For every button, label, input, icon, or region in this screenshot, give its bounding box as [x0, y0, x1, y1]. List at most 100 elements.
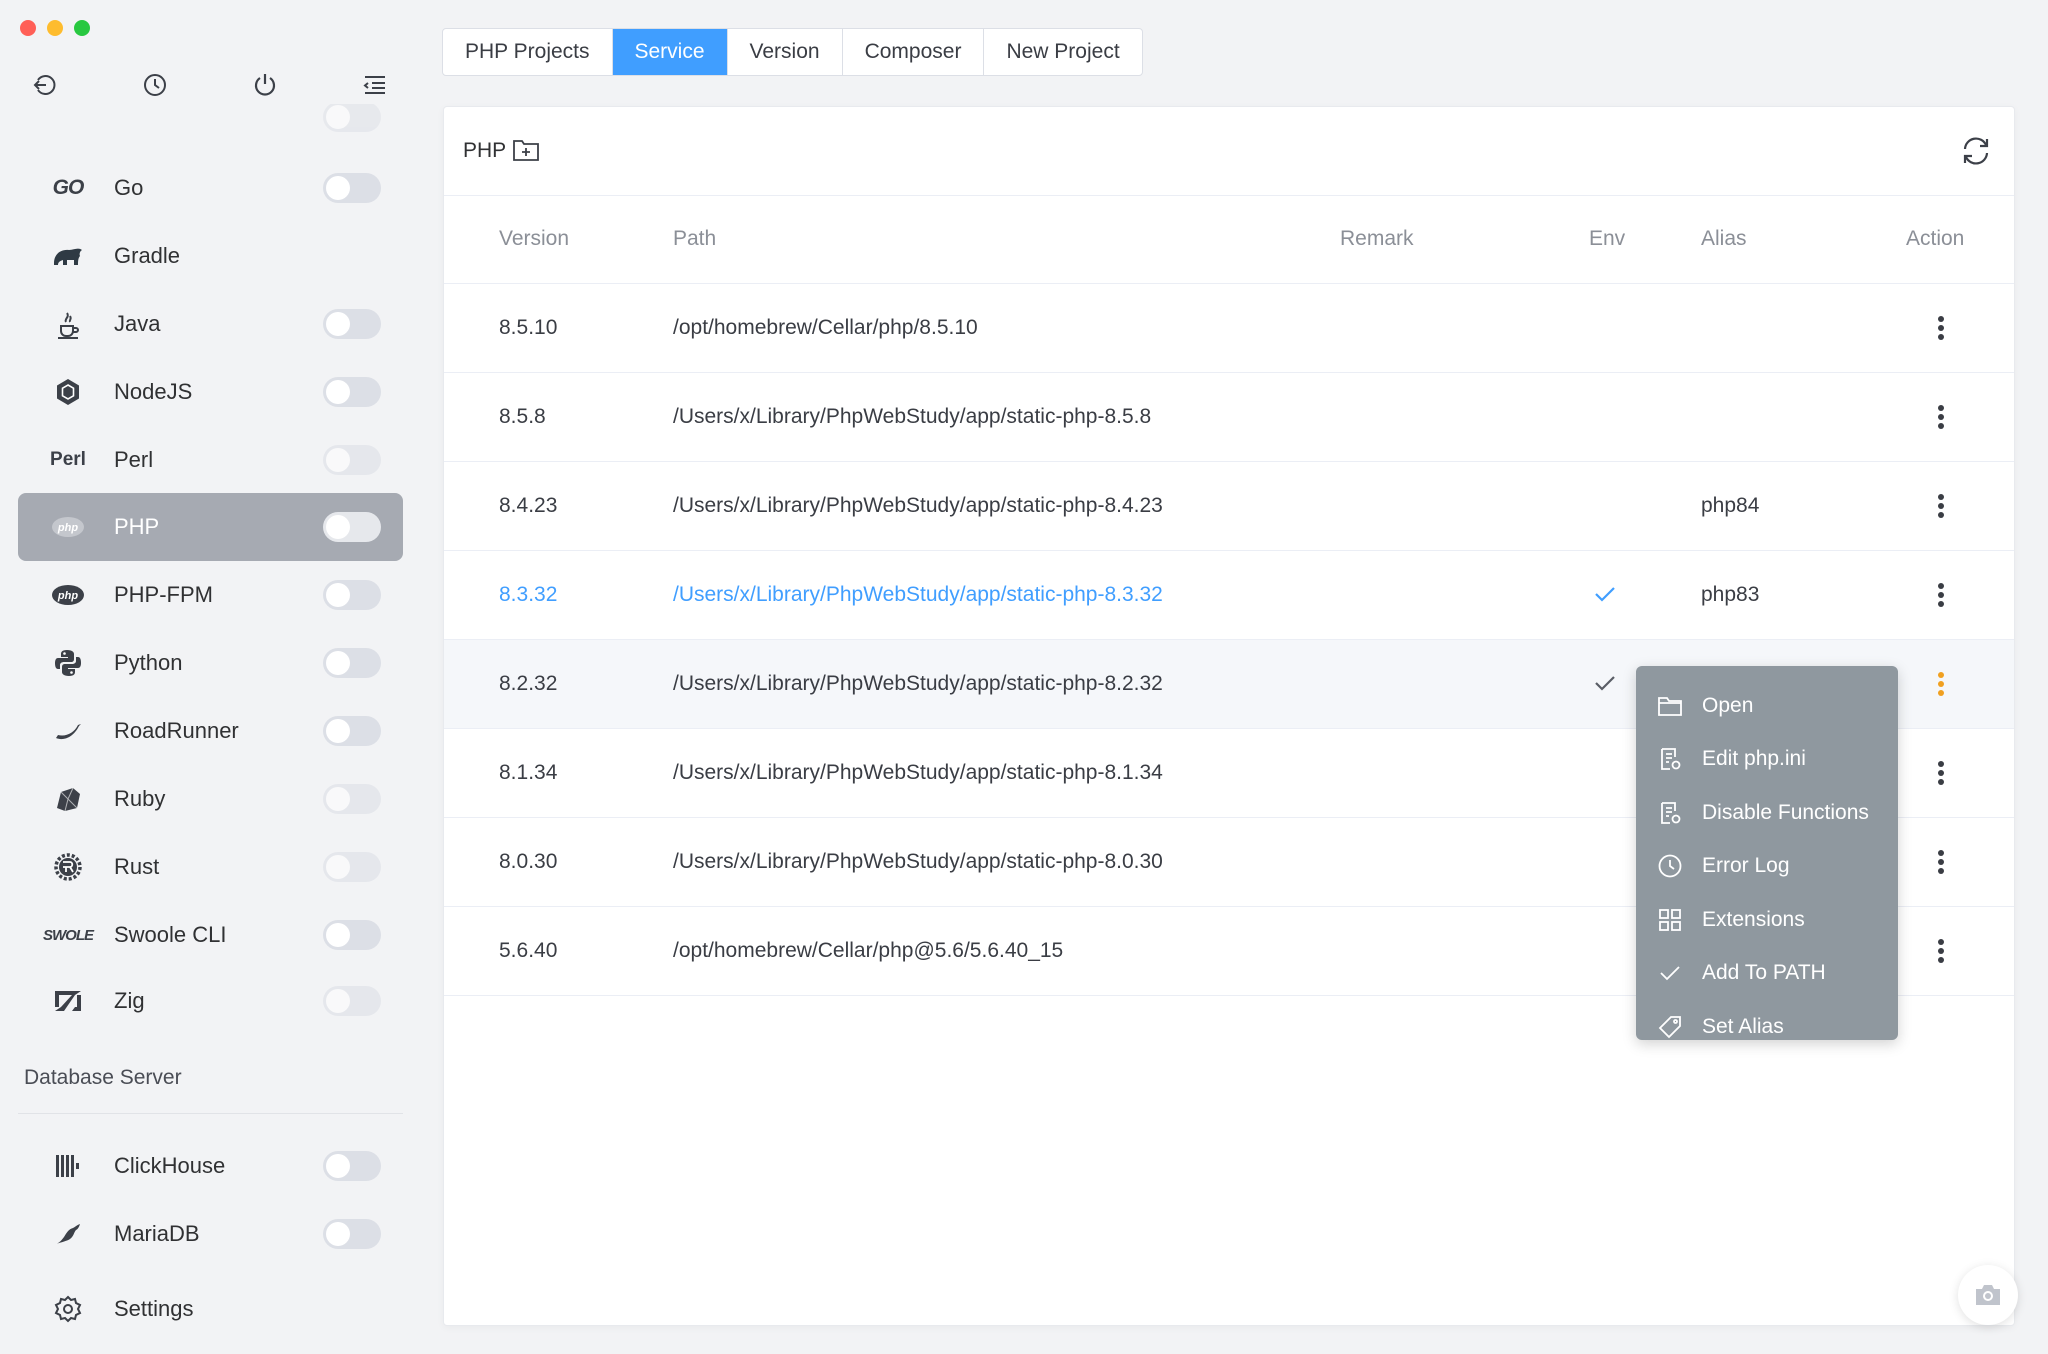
ruby-toggle[interactable]	[323, 784, 381, 814]
go-icon: GO	[52, 176, 85, 199]
sidebar-item-nodejs[interactable]: NodeJS	[18, 358, 403, 426]
path-cell: /Users/x/Library/PhpWebStudy/app/static-…	[673, 672, 1163, 695]
panel-header: PHP	[444, 107, 2014, 196]
sidebar-item-roadrunner[interactable]: RoadRunner	[18, 697, 403, 765]
sidebar-item-swoole-cli[interactable]: SWOLE Swoole CLI	[18, 901, 403, 969]
svg-text:php: php	[57, 522, 78, 534]
tab-new-project[interactable]: New Project	[984, 29, 1141, 75]
sidebar-item-label: Settings	[114, 1296, 194, 1321]
app-window: GO Go Gradle Java NodeJS Perl Perl php P…	[0, 0, 2048, 1354]
menu-item-error-log[interactable]: Error Log	[1636, 840, 1898, 894]
sidebar-toolbar	[25, 68, 395, 102]
path-cell: /Users/x/Library/PhpWebStudy/app/static-…	[673, 850, 1163, 873]
action-more-icon[interactable]	[1933, 310, 1949, 346]
file-edit-icon	[1661, 801, 1681, 824]
menu-item-label: Open	[1702, 693, 1754, 717]
action-more-icon[interactable]	[1933, 577, 1949, 613]
swoole-icon: SWOLE	[43, 926, 94, 944]
file-edit-icon	[1661, 748, 1681, 771]
table-row[interactable]: 8.4.23 /Users/x/Library/PhpWebStudy/app/…	[444, 462, 2014, 551]
tab-version[interactable]: Version	[728, 29, 843, 75]
path-cell: /Users/x/Library/PhpWebStudy/app/static-…	[673, 761, 1163, 784]
menu-item-edit-php-ini[interactable]: Edit php.ini	[1636, 733, 1898, 787]
sidebar-item-label: PHP-FPM	[114, 582, 213, 607]
menu-item-open[interactable]: Open	[1636, 679, 1898, 733]
menu-item-set-alias[interactable]: Set Alias	[1636, 1000, 1898, 1054]
env-check-icon	[1595, 587, 1615, 602]
sidebar-item-settings[interactable]: Settings	[18, 1275, 403, 1343]
tab-service[interactable]: Service	[612, 29, 728, 75]
back-button[interactable]	[25, 68, 65, 102]
sidebar-item-label: Java	[114, 311, 161, 336]
menu-item-add-to-path[interactable]: Add To PATH	[1636, 947, 1898, 1001]
history-button[interactable]	[135, 68, 175, 102]
swoole-cli-toggle[interactable]	[323, 920, 381, 950]
sidebar-item-mariadb[interactable]: MariaDB	[18, 1200, 403, 1268]
action-more-icon[interactable]	[1933, 488, 1949, 524]
action-more-icon[interactable]	[1933, 399, 1949, 435]
php-toggle[interactable]	[323, 512, 381, 542]
tab-php-projects[interactable]: PHP Projects	[443, 29, 613, 75]
tag-icon	[1658, 1015, 1681, 1039]
screenshot-button[interactable]	[1958, 1265, 2018, 1325]
sidebar-item-gradle[interactable]: Gradle	[18, 222, 403, 290]
history-icon	[144, 74, 166, 96]
alias-cell: php83	[1701, 583, 1760, 606]
alias-cell: php84	[1701, 494, 1760, 517]
sidebar-item-php[interactable]: php PHP	[18, 493, 403, 561]
java-icon	[42, 307, 94, 341]
sidebar-item-ruby[interactable]: Ruby	[18, 765, 403, 833]
sidebar-item-label: NodeJS	[114, 379, 193, 404]
python-toggle[interactable]	[323, 648, 381, 678]
power-button[interactable]	[245, 68, 285, 102]
sidebar-item-label: Swoole CLI	[114, 922, 227, 947]
env-check-icon	[1595, 676, 1615, 691]
folder-icon	[1658, 696, 1682, 716]
sidebar-item-label: MariaDB	[114, 1221, 200, 1246]
table-row[interactable]: 8.5.8 /Users/x/Library/PhpWebStudy/app/s…	[444, 373, 2014, 462]
php-fpm-toggle[interactable]	[323, 580, 381, 610]
sidebar-item-label: Perl	[114, 447, 154, 472]
action-more-icon[interactable]	[1933, 844, 1949, 880]
column-header-version: Version	[499, 227, 570, 250]
menu-item-extensions[interactable]: Extensions	[1636, 893, 1898, 947]
sidebar-item-php-fpm[interactable]: php PHP-FPM	[18, 561, 403, 629]
rust-toggle[interactable]	[323, 852, 381, 882]
go-toggle[interactable]	[323, 173, 381, 203]
nodejs-toggle[interactable]	[323, 377, 381, 407]
zig-toggle[interactable]	[323, 986, 381, 1016]
menu-collapse-button[interactable]	[355, 68, 395, 102]
table-row[interactable]: 8.5.10 /opt/homebrew/Cellar/php/8.5.10	[444, 284, 2014, 373]
path-cell: /Users/x/Library/PhpWebStudy/app/static-…	[673, 583, 1163, 606]
sidebar-item-go[interactable]: GO Go	[18, 154, 403, 222]
tab-composer[interactable]: Composer	[843, 29, 985, 75]
menu-item-label: Set Alias	[1702, 1014, 1784, 1038]
sidebar-item-label: Zig	[114, 988, 145, 1013]
roadrunner-toggle[interactable]	[323, 716, 381, 746]
table-row[interactable]: 8.3.32 /Users/x/Library/PhpWebStudy/app/…	[444, 551, 2014, 640]
menu-item-disable-functions[interactable]: Disable Functions	[1636, 786, 1898, 840]
perl-toggle[interactable]	[323, 445, 381, 475]
sidebar-item-clickhouse[interactable]: ClickHouse	[18, 1132, 403, 1200]
sidebar-item-python[interactable]: Python	[18, 629, 403, 697]
menu-collapse-icon	[363, 76, 385, 94]
zig-icon	[42, 984, 94, 1018]
sidebar-item-java[interactable]: Java	[18, 290, 403, 358]
action-more-icon[interactable]	[1933, 666, 1949, 702]
column-header-alias: Alias	[1701, 227, 1747, 250]
sidebar-item-rust[interactable]: Rust	[18, 833, 403, 901]
action-more-icon[interactable]	[1933, 933, 1949, 969]
sidebar-item-zig[interactable]: Zig	[18, 967, 403, 1035]
refresh-icon[interactable]	[1958, 133, 1994, 169]
nodejs-icon	[42, 375, 94, 409]
mariadb-toggle[interactable]	[323, 1219, 381, 1249]
folder-add-icon[interactable]	[512, 137, 540, 163]
sidebar-item-perl[interactable]: Perl Perl	[18, 426, 403, 494]
column-header-env: Env	[1589, 227, 1626, 250]
java-toggle[interactable]	[323, 309, 381, 339]
php-fpm-icon: php	[42, 578, 94, 612]
action-more-icon[interactable]	[1933, 755, 1949, 791]
mariadb-icon	[42, 1217, 94, 1251]
clickhouse-toggle[interactable]	[323, 1151, 381, 1181]
sidebar-item-label: Go	[114, 175, 144, 200]
